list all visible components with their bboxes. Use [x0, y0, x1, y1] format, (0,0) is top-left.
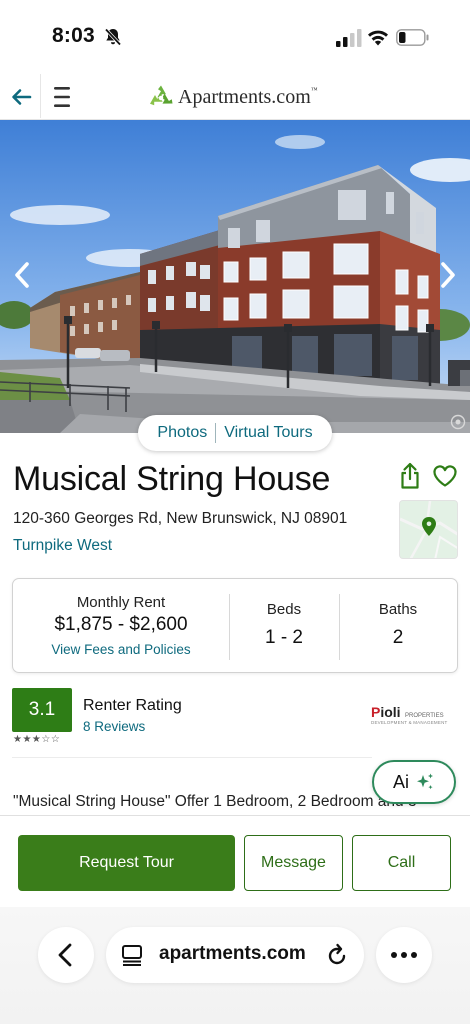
view-fees-link[interactable]: View Fees and Policies — [13, 642, 229, 657]
baths-column: Baths 2 — [339, 579, 457, 672]
rating-score-badge[interactable]: 3.1 — [12, 688, 72, 732]
reload-icon[interactable] — [325, 942, 349, 968]
message-button[interactable]: Message — [244, 835, 343, 891]
apartments-logo[interactable]: Apartments.com™ — [148, 83, 318, 111]
baths-value: 2 — [392, 627, 404, 648]
neighborhood-link[interactable]: Turnpike West — [13, 537, 112, 555]
ai-assistant-button[interactable]: Ai — [372, 760, 456, 804]
monthly-rent-label: Monthly Rent — [76, 594, 166, 611]
map-pin-icon — [400, 501, 457, 558]
expand-photo-icon[interactable] — [450, 414, 466, 430]
request-tour-button[interactable]: Request Tour — [18, 835, 235, 891]
virtual-tours-tab[interactable]: Virtual Tours — [224, 424, 312, 442]
recycle-leaf-icon — [150, 85, 173, 106]
status-time: 8:03 — [52, 24, 95, 47]
status-bar: 8:03 — [0, 0, 470, 74]
back-arrow-icon[interactable] — [6, 82, 36, 112]
media-tabs-divider — [215, 423, 217, 443]
wifi-icon — [368, 30, 388, 46]
renter-rating-label: Renter Rating — [83, 697, 182, 714]
logo-text: Apartments.com™ — [178, 85, 318, 108]
next-photo-icon[interactable] — [432, 258, 462, 292]
beds-value: 1 - 2 — [264, 627, 304, 648]
page-menu-icon[interactable] — [120, 943, 144, 967]
previous-photo-icon[interactable] — [8, 258, 38, 292]
media-tabs: Photos Virtual Tours — [138, 415, 332, 451]
sparkle-icon — [417, 773, 433, 790]
building-photo — [0, 120, 470, 433]
baths-label: Baths — [378, 601, 418, 618]
bell-off-icon — [104, 28, 122, 46]
ai-label: Ai — [392, 771, 409, 792]
chevron-left-icon — [58, 943, 72, 967]
monthly-rent-value: $1,875 - $2,600 — [54, 614, 188, 635]
management-company-logo[interactable]: Pioli PROPERTIES DEVELOPMENT & MANAGEMEN… — [371, 704, 459, 726]
rating-stars: ★★★☆☆ — [13, 734, 61, 745]
battery-icon — [396, 29, 429, 46]
more-dots-icon — [391, 952, 417, 958]
favorite-heart-icon[interactable] — [432, 464, 458, 488]
browser-more-button[interactable] — [376, 927, 432, 983]
contact-action-bar: Request Tour Message Call — [0, 815, 470, 907]
section-divider — [12, 757, 372, 758]
listing-page: 8:03 Apartments.com™ Photos Virtual Tour… — [0, 0, 470, 1024]
header-divider — [40, 74, 41, 118]
hamburger-menu-icon[interactable] — [50, 83, 78, 111]
beds-column: Beds 1 - 2 — [229, 579, 339, 672]
share-icon[interactable] — [398, 462, 422, 490]
cellular-signal-icon — [336, 29, 362, 47]
browser-toolbar: apartments.com — [0, 907, 470, 1024]
photos-tab[interactable]: Photos — [157, 424, 207, 442]
hero-photo[interactable] — [0, 120, 470, 433]
monthly-rent-column: Monthly Rent $1,875 - $2,600 View Fees a… — [13, 579, 229, 672]
site-header: Apartments.com™ — [0, 74, 470, 120]
property-address: 120-360 Georges Rd, New Brunswick, NJ 08… — [13, 510, 348, 527]
rent-summary-card: Monthly Rent $1,875 - $2,600 View Fees a… — [12, 578, 458, 673]
map-thumbnail[interactable] — [399, 500, 458, 559]
browser-url: apartments.com — [159, 943, 306, 964]
property-name: Musical String House — [13, 460, 331, 498]
call-button[interactable]: Call — [352, 835, 451, 891]
beds-label: Beds — [266, 601, 302, 618]
browser-back-button[interactable] — [38, 927, 94, 983]
reviews-link[interactable]: 8 Reviews — [83, 719, 145, 734]
browser-address-bar[interactable]: apartments.com — [106, 927, 364, 983]
